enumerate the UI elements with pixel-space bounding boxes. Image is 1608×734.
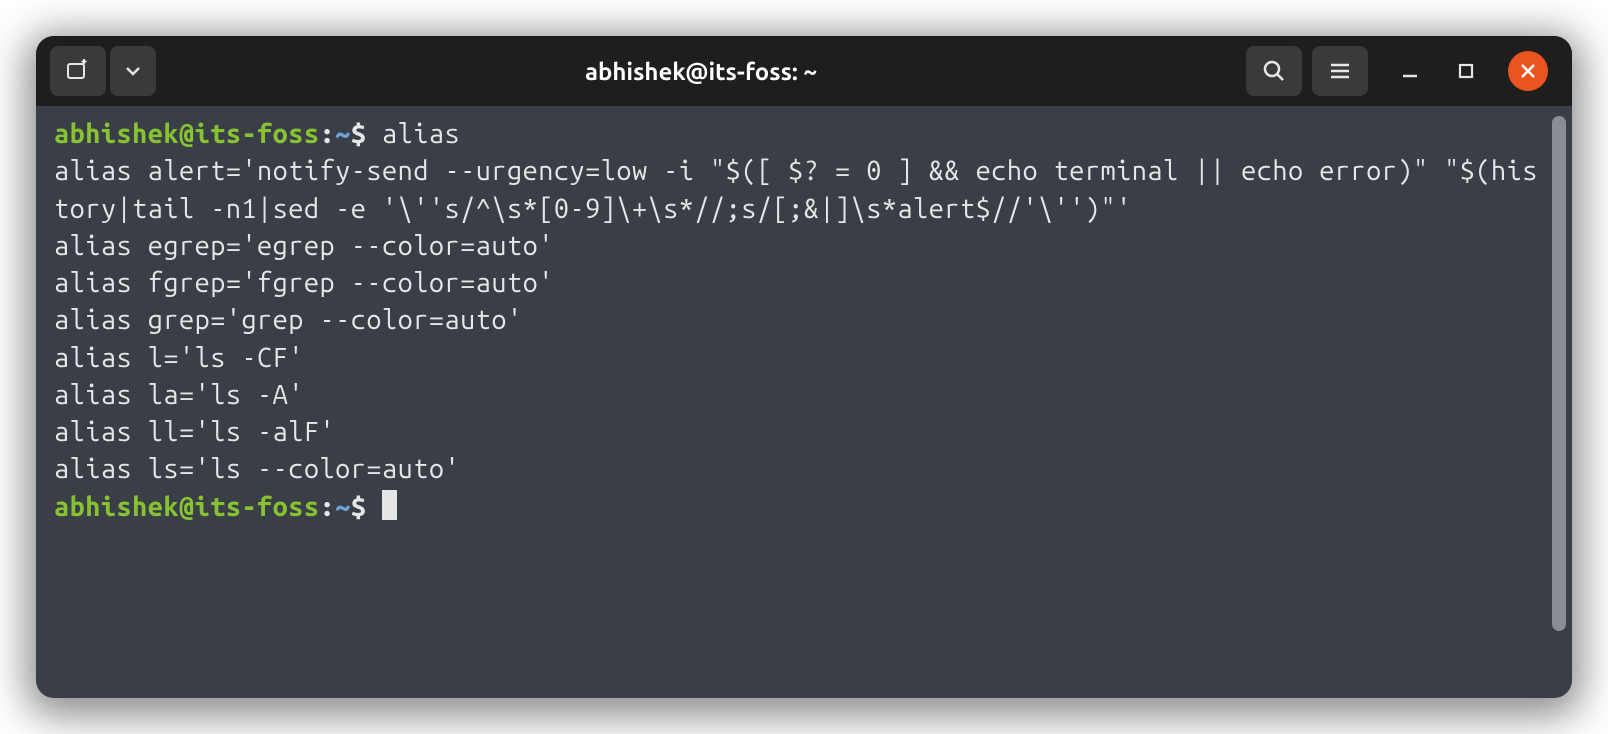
titlebar-right-controls xyxy=(1246,46,1558,96)
output-line: alias grep='grep --color=auto' xyxy=(54,305,523,335)
title-area: abhishek@its-foss: ~ xyxy=(166,58,1236,85)
terminal-body[interactable]: abhishek@its-foss:~$ alias alias alert='… xyxy=(36,106,1572,698)
output-line: alias alert='notify-send --urgency=low -… xyxy=(54,156,1538,223)
search-icon xyxy=(1262,59,1286,83)
close-icon xyxy=(1519,62,1537,80)
window-controls xyxy=(1396,51,1548,91)
new-tab-button[interactable] xyxy=(50,46,106,96)
window-title: abhishek@its-foss: ~ xyxy=(585,58,817,85)
prompt-user-host: abhishek@its-foss xyxy=(54,119,320,149)
prompt-separator: : xyxy=(320,492,336,522)
scrollbar-thumb[interactable] xyxy=(1552,116,1566,631)
maximize-icon xyxy=(1458,63,1474,79)
search-button[interactable] xyxy=(1246,46,1302,96)
prompt-symbol: $ xyxy=(351,492,367,522)
command-input: alias xyxy=(382,119,460,149)
hamburger-menu-button[interactable] xyxy=(1312,46,1368,96)
output-line: alias la='ls -A' xyxy=(54,380,304,410)
output-line: alias ls='ls --color=auto' xyxy=(54,454,460,484)
tab-dropdown-button[interactable] xyxy=(110,46,156,96)
prompt-path: ~ xyxy=(335,492,351,522)
titlebar[interactable]: abhishek@its-foss: ~ xyxy=(36,36,1572,106)
titlebar-left-controls xyxy=(50,46,156,96)
terminal-cursor xyxy=(382,490,397,520)
output-line: alias l='ls -CF' xyxy=(54,343,304,373)
output-line: alias ll='ls -alF' xyxy=(54,417,335,447)
minimize-button[interactable] xyxy=(1396,57,1424,85)
output-line: alias fgrep='fgrep --color=auto' xyxy=(54,268,554,298)
minimize-icon xyxy=(1401,62,1419,80)
terminal-content[interactable]: abhishek@its-foss:~$ alias alias alert='… xyxy=(54,116,1546,688)
output-line: alias egrep='egrep --color=auto' xyxy=(54,231,554,261)
maximize-button[interactable] xyxy=(1452,57,1480,85)
hamburger-icon xyxy=(1329,60,1351,82)
new-tab-icon xyxy=(65,58,91,84)
scrollbar[interactable] xyxy=(1552,116,1566,688)
terminal-window: abhishek@its-foss: ~ xyxy=(36,36,1572,698)
prompt-path: ~ xyxy=(335,119,351,149)
prompt-symbol: $ xyxy=(351,119,367,149)
prompt-separator: : xyxy=(320,119,336,149)
close-button[interactable] xyxy=(1508,51,1548,91)
window-frame: abhishek@its-foss: ~ xyxy=(36,36,1572,698)
prompt-user-host: abhishek@its-foss xyxy=(54,492,320,522)
chevron-down-icon xyxy=(124,62,142,80)
